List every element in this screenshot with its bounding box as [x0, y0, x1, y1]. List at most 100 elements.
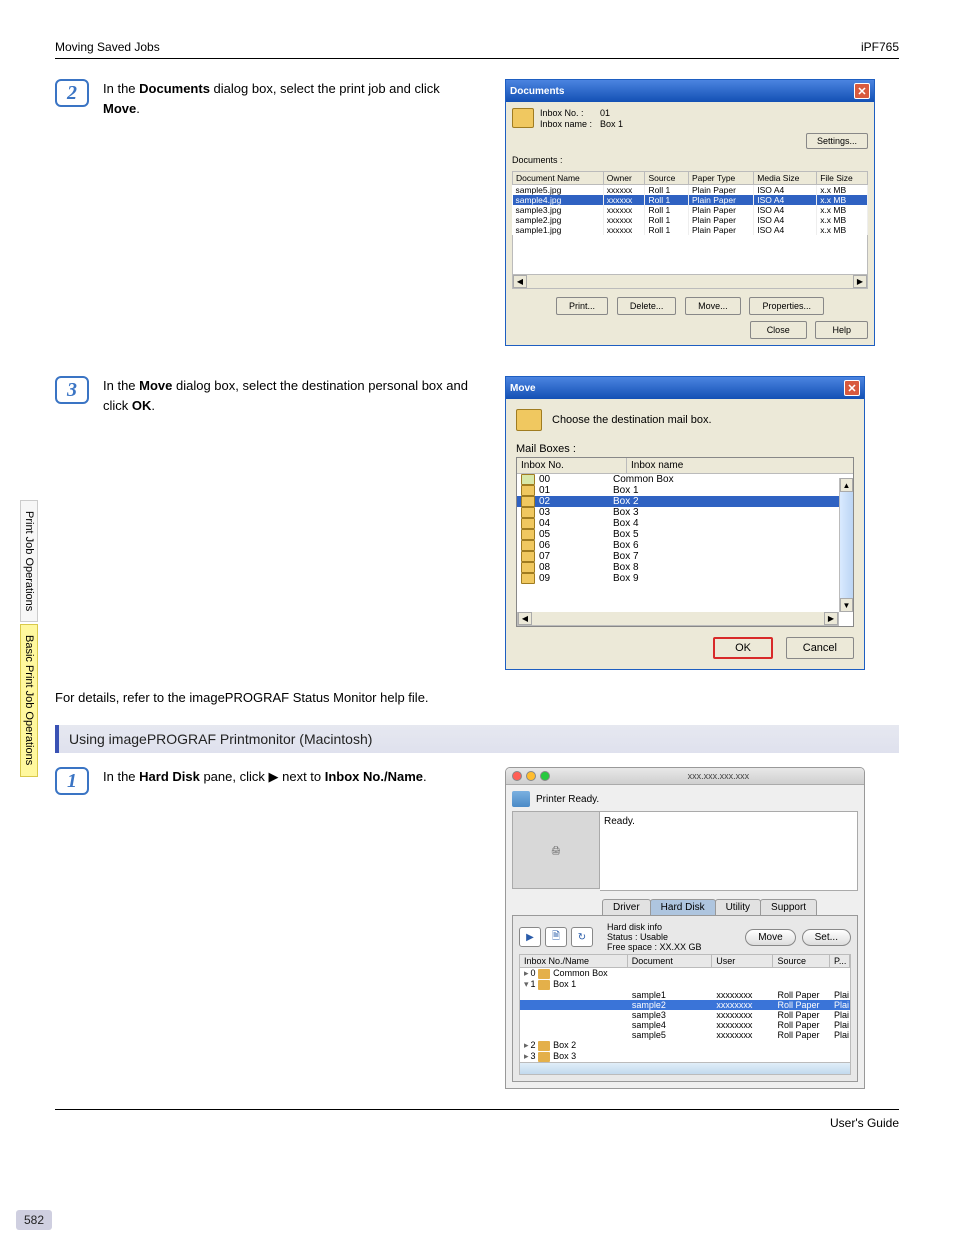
list-item[interactable]: sample3xxxxxxxxRoll PaperPlai: [520, 1010, 850, 1020]
choose-label: Choose the destination mail box.: [552, 414, 712, 426]
list-item[interactable]: sample2xxxxxxxxRoll PaperPlai: [520, 1000, 850, 1010]
step-2-number: 2: [55, 79, 89, 107]
table-row[interactable]: sample2.jpgxxxxxxRoll 1Plain PaperISO A4…: [513, 215, 868, 225]
step-3-number: 3: [55, 376, 89, 404]
inbox-name-label: Inbox name :: [540, 119, 600, 129]
folder-icon: [521, 562, 535, 573]
mac-set-button[interactable]: Set...: [802, 929, 851, 946]
list-item[interactable]: 09Box 9: [517, 573, 853, 584]
list-item[interactable]: 01Box 1: [517, 485, 853, 496]
page-number: 582: [16, 1210, 52, 1230]
folder-icon: [521, 474, 535, 485]
folder-icon: [521, 551, 535, 562]
cancel-button[interactable]: Cancel: [786, 637, 854, 659]
tab-driver[interactable]: Driver: [602, 899, 651, 916]
folder-icon: [521, 507, 535, 518]
list-item[interactable]: sample4xxxxxxxxRoll PaperPlai: [520, 1020, 850, 1030]
mac-minimize-icon[interactable]: [526, 771, 536, 781]
list-item[interactable]: 06Box 6: [517, 540, 853, 551]
folder-icon: [521, 529, 535, 540]
step-3-text: In the Move dialog box, select the desti…: [103, 376, 483, 415]
properties-button[interactable]: Properties...: [749, 297, 824, 315]
tree-row[interactable]: ▸3 Box 3: [520, 1051, 850, 1062]
h-scrollbar[interactable]: [520, 1062, 850, 1074]
folder-icon: [521, 496, 535, 507]
list-item[interactable]: 00Common Box: [517, 474, 853, 485]
mac-printmonitor-window: xxx.xxx.xxx.xxx Printer Ready. 🖨 Ready. …: [505, 767, 865, 1089]
mac-address: xxx.xxx.xxx.xxx: [688, 771, 750, 781]
side-tab-basic-ops[interactable]: Basic Print Job Operations: [20, 624, 38, 776]
step-1-text: In the Hard Disk pane, click ▶ next to I…: [103, 767, 483, 787]
mac-inbox-list[interactable]: ▸0 Common Box ▾1 Box 1 sample1xxxxxxxxRo…: [519, 968, 851, 1075]
mail-box-list[interactable]: Inbox No. Inbox name 00Common Box01Box 1…: [516, 457, 854, 627]
folder-icon: [521, 518, 535, 529]
list-item[interactable]: sample5xxxxxxxxRoll PaperPlai: [520, 1030, 850, 1040]
h-scrollbar[interactable]: ◀▶: [512, 275, 868, 289]
list-item[interactable]: 04Box 4: [517, 518, 853, 529]
table-row[interactable]: sample1.jpgxxxxxxRoll 1Plain PaperISO A4…: [513, 225, 868, 235]
header-left: Moving Saved Jobs: [55, 40, 160, 54]
documents-label: Documents :: [512, 155, 868, 165]
list-item[interactable]: sample1xxxxxxxxRoll PaperPlai: [520, 990, 850, 1000]
close-icon[interactable]: ✕: [844, 380, 860, 396]
tab-hard-disk[interactable]: Hard Disk: [650, 899, 716, 916]
list-item[interactable]: 03Box 3: [517, 507, 853, 518]
mac-zoom-icon[interactable]: [540, 771, 550, 781]
list-item[interactable]: 02Box 2: [517, 496, 853, 507]
hard-disk-info: Hard disk info Status : Usable Free spac…: [607, 922, 702, 952]
move-dialog: Move ✕ Choose the destination mail box. …: [505, 376, 865, 670]
folder-icon: [521, 573, 535, 584]
print-button[interactable]: Print...: [556, 297, 608, 315]
tree-row[interactable]: ▸2 Box 2: [520, 1040, 850, 1051]
tree-row[interactable]: ▾1 Box 1: [520, 979, 850, 990]
list-item[interactable]: 07Box 7: [517, 551, 853, 562]
detail-note: For details, refer to the imagePROGRAF S…: [55, 690, 899, 705]
printer-ready-label: Printer Ready.: [536, 794, 599, 805]
move-button[interactable]: Move...: [685, 297, 741, 315]
folder-icon: [538, 1041, 550, 1051]
step-1-number: 1: [55, 767, 89, 795]
header-right: iPF765: [861, 40, 899, 54]
mac-move-button[interactable]: Move: [745, 929, 795, 946]
inbox-no-value: 01: [600, 108, 640, 118]
h-scrollbar[interactable]: ◀▶: [517, 612, 839, 626]
table-row[interactable]: sample3.jpgxxxxxxRoll 1Plain PaperISO A4…: [513, 205, 868, 215]
list-item[interactable]: 08Box 8: [517, 562, 853, 573]
inbox-name-value: Box 1: [600, 119, 640, 129]
printer-icon: [512, 791, 530, 807]
settings-button[interactable]: Settings...: [806, 133, 868, 149]
section-heading: Using imagePROGRAF Printmonitor (Macinto…: [55, 725, 899, 753]
folder-icon: [521, 485, 535, 496]
close-button[interactable]: Close: [750, 321, 807, 339]
step-2-text: In the Documents dialog box, select the …: [103, 79, 483, 118]
mac-close-icon[interactable]: [512, 771, 522, 781]
move-title: Move: [510, 383, 536, 394]
preview-icon[interactable]: 🗎: [545, 927, 567, 947]
footer-text: User's Guide: [830, 1116, 899, 1130]
table-row[interactable]: sample5.jpgxxxxxxRoll 1Plain PaperISO A4…: [513, 185, 868, 196]
refresh-icon[interactable]: ↻: [571, 927, 593, 947]
expand-icon[interactable]: ▶: [519, 927, 541, 947]
delete-button[interactable]: Delete...: [617, 297, 677, 315]
help-button[interactable]: Help: [815, 321, 868, 339]
tree-row[interactable]: ▸0 Common Box: [520, 968, 850, 979]
ok-button[interactable]: OK: [713, 637, 773, 659]
folder-icon: [538, 1052, 550, 1062]
triangle-icon: ▶: [269, 769, 279, 784]
table-row[interactable]: sample4.jpgxxxxxxRoll 1Plain PaperISO A4…: [513, 195, 868, 205]
folder-icon: [521, 540, 535, 551]
documents-dialog: Documents ✕ Inbox No. : 01 Inbox name : …: [505, 79, 875, 346]
list-item[interactable]: 05Box 5: [517, 529, 853, 540]
folder-icon: [538, 980, 550, 990]
side-tabs: Print Job Operations Basic Print Job Ope…: [20, 500, 42, 779]
v-scrollbar[interactable]: ▲▼: [839, 478, 853, 612]
printer-image: 🖨: [512, 811, 600, 889]
folder-arrow-icon: [516, 409, 542, 431]
inbox-no-label: Inbox No. :: [540, 108, 600, 118]
close-icon[interactable]: ✕: [854, 83, 870, 99]
tab-support[interactable]: Support: [760, 899, 817, 916]
side-tab-print-job-ops[interactable]: Print Job Operations: [20, 500, 38, 622]
tab-utility[interactable]: Utility: [715, 899, 761, 916]
documents-title: Documents: [510, 86, 564, 97]
folder-icon: [538, 969, 550, 979]
